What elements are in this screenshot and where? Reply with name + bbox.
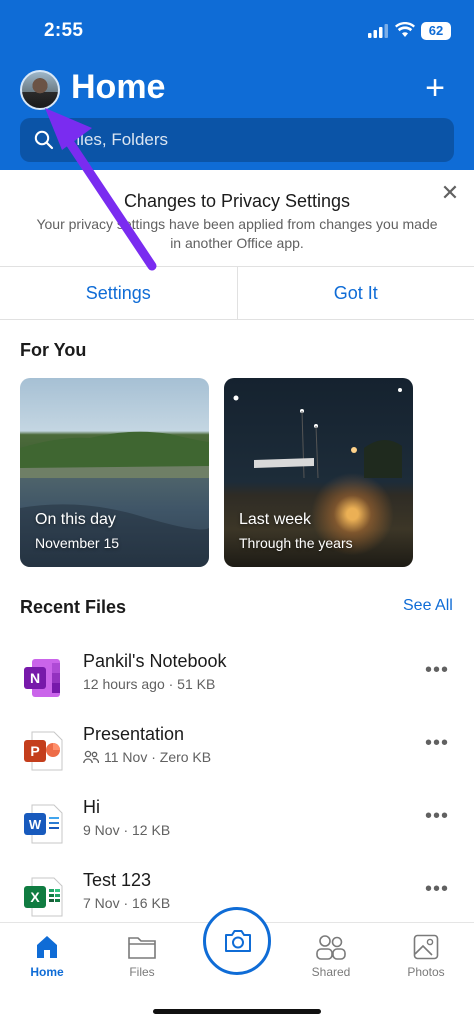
memory-card-last-week[interactable]: Last week Through the years [224, 378, 413, 567]
card-subtitle: November 15 [35, 535, 120, 551]
svg-text:W: W [29, 817, 42, 832]
nav-shared-label: Shared [311, 965, 351, 979]
card-title: Last week [239, 511, 312, 528]
see-all-link[interactable]: See All [403, 597, 453, 615]
card-subtitle: Through the years [239, 535, 353, 551]
file-name: Test 123 [83, 870, 152, 890]
nav-home[interactable]: Home [2, 933, 92, 979]
nav-shared[interactable]: Shared [286, 933, 376, 979]
more-options-icon[interactable]: ••• [425, 878, 449, 901]
more-options-icon[interactable]: ••• [425, 732, 449, 755]
memory-card-on-this-day[interactable]: On this day November 15 [20, 378, 209, 567]
recent-files-title: Recent Files [20, 597, 127, 617]
file-meta: 12 hours ago · 51 KB [83, 676, 216, 692]
home-indicator [153, 1009, 321, 1014]
card-title: On this day [35, 511, 116, 528]
file-meta: 9 Nov · 12 KB [83, 822, 171, 838]
svg-text:P: P [30, 743, 39, 759]
word-icon: W [22, 803, 64, 845]
powerpoint-icon: P [22, 730, 64, 772]
list-item[interactable]: W Hi 9 Nov · 12 KB ••• [0, 797, 474, 867]
list-item[interactable]: N Pankil's Notebook 12 hours ago · 51 KB… [0, 651, 474, 721]
file-meta: 7 Nov · 16 KB [83, 895, 171, 911]
home-icon [37, 936, 57, 958]
nav-files[interactable]: Files [97, 933, 187, 979]
more-options-icon[interactable]: ••• [425, 805, 449, 828]
nav-files-label: Files [129, 965, 155, 979]
file-name: Hi [83, 797, 100, 817]
annotation-arrow [45, 108, 157, 271]
nav-photos[interactable]: Photos [381, 933, 471, 979]
nav-home-label: Home [30, 965, 64, 979]
file-name: Pankil's Notebook [83, 651, 227, 671]
shared-icon [83, 749, 100, 765]
more-options-icon[interactable]: ••• [425, 659, 449, 682]
photos-icon [413, 934, 439, 960]
svg-text:X: X [30, 889, 40, 905]
onenote-icon: N [22, 657, 64, 699]
folder-icon [128, 937, 156, 959]
shared-people-icon [316, 935, 346, 960]
excel-icon: X [22, 876, 64, 918]
for-you-title: For You [20, 340, 87, 360]
camera-button[interactable] [203, 907, 271, 975]
svg-text:N: N [30, 670, 40, 686]
nav-photos-label: Photos [407, 965, 445, 979]
file-name: Presentation [83, 724, 185, 744]
camera-icon [225, 930, 251, 952]
list-item[interactable]: P Presentation 11 Nov · Zero KB ••• [0, 724, 474, 794]
file-meta: 11 Nov · Zero KB [104, 749, 212, 765]
